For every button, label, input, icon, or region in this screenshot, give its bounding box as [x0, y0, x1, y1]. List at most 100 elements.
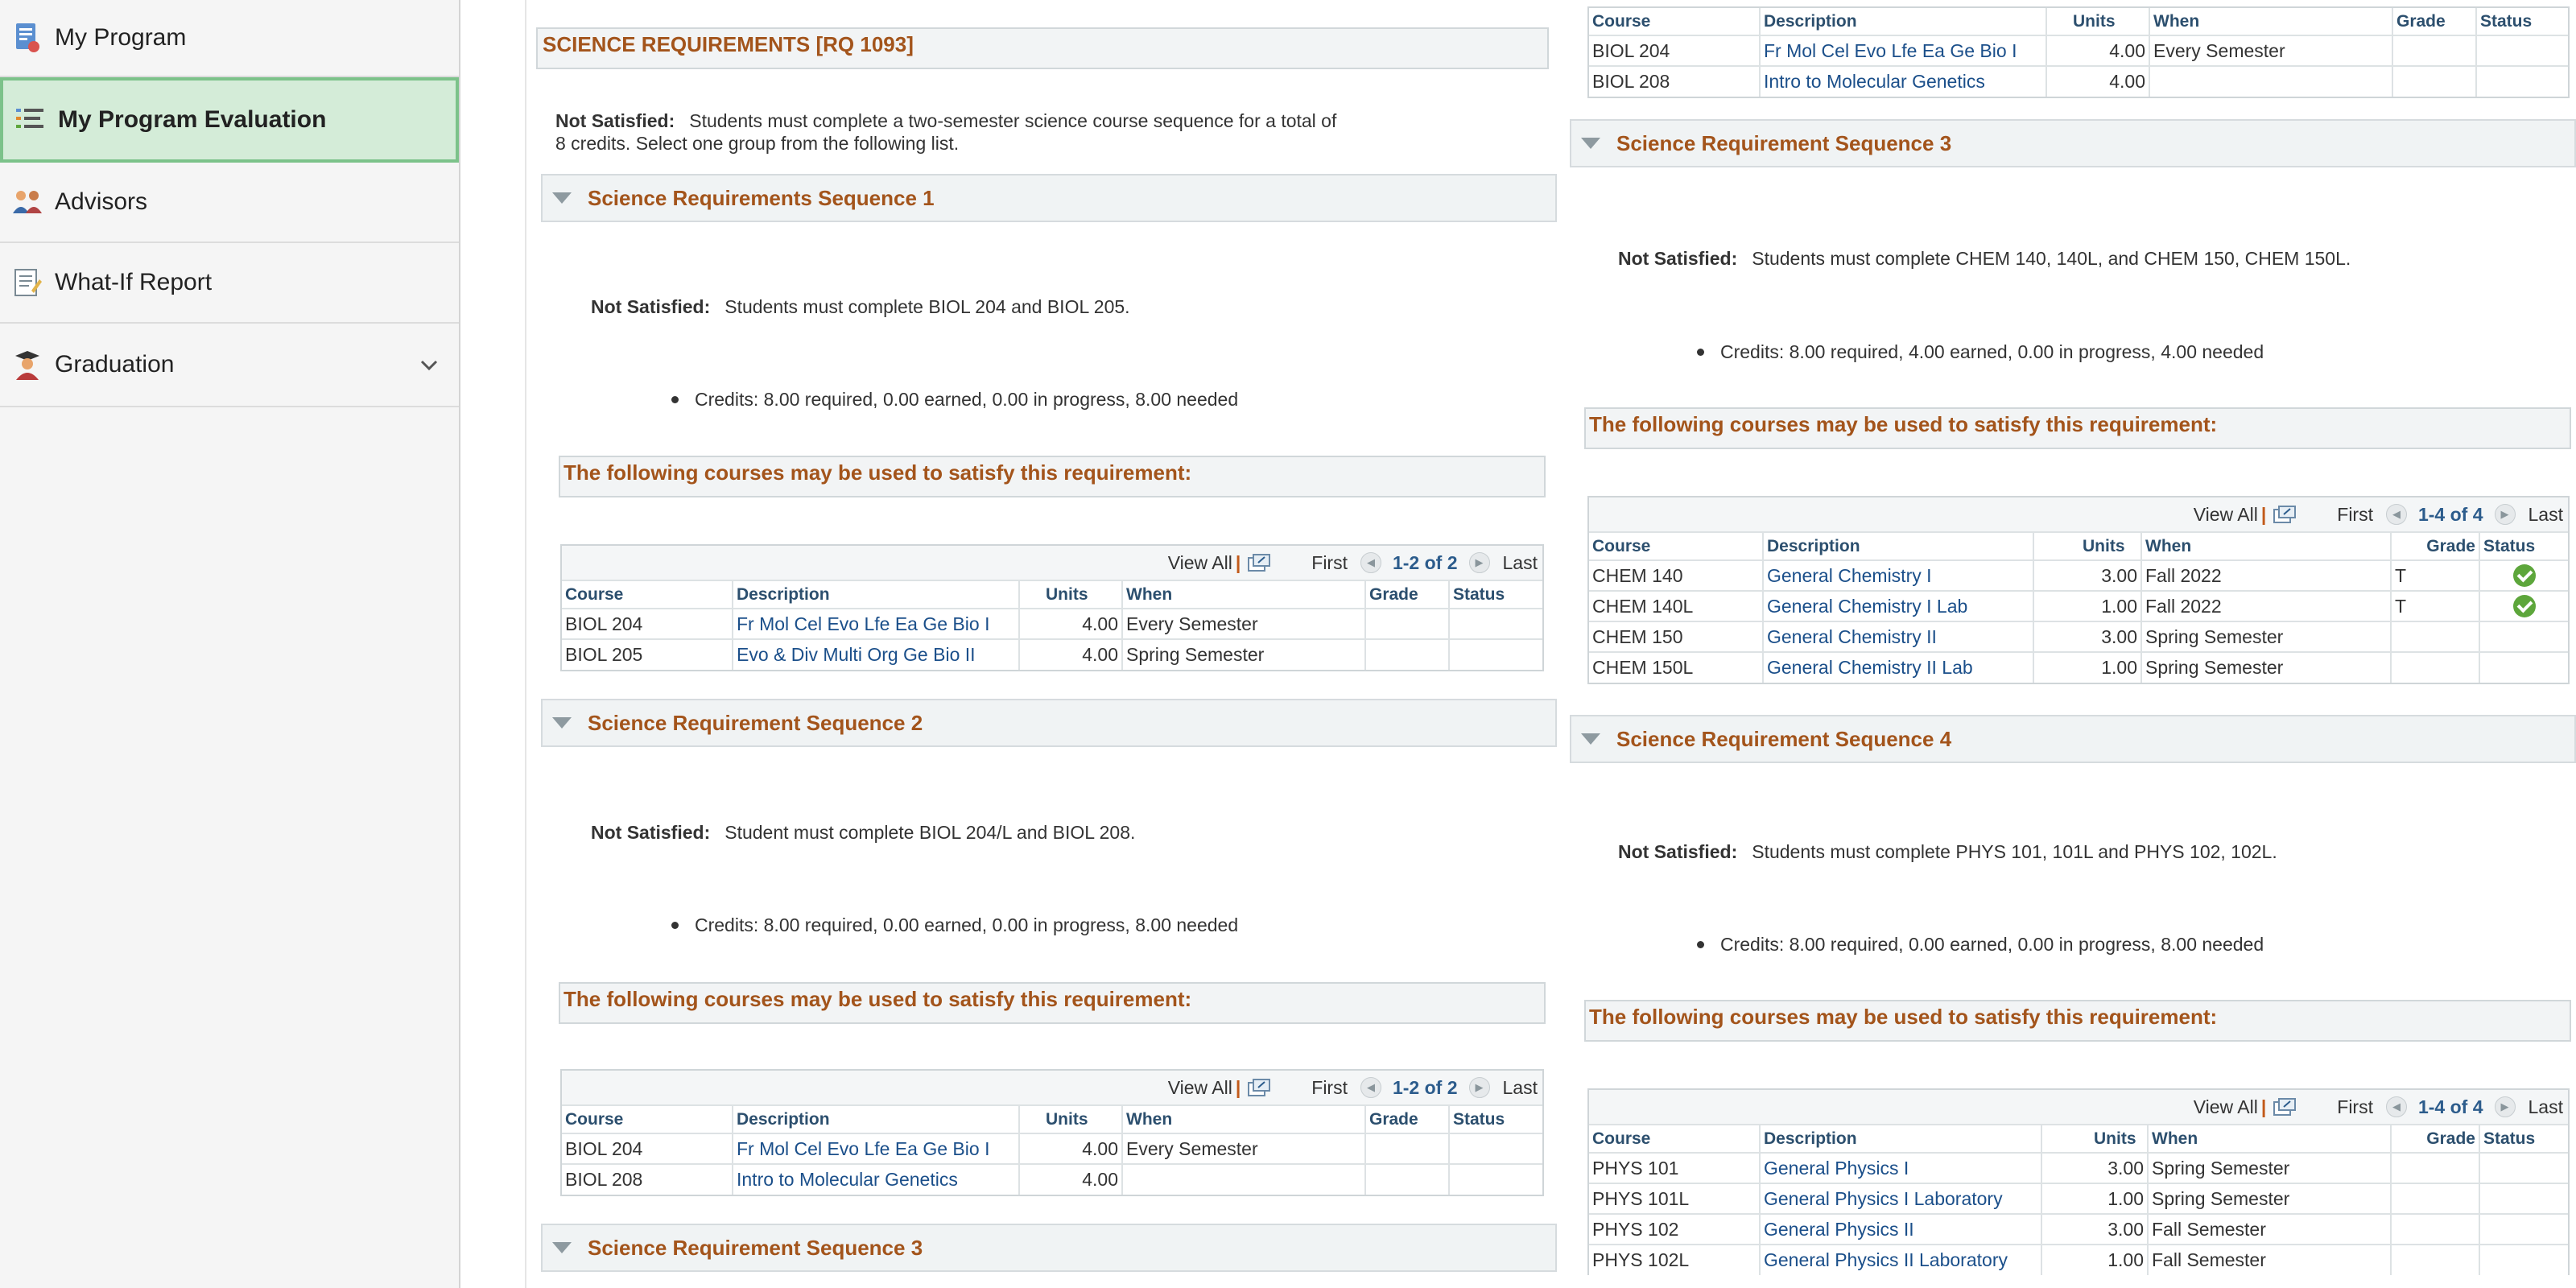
popout-icon[interactable]: [1247, 553, 1271, 572]
seq2-header[interactable]: Science Requirement Sequence 2: [541, 699, 1557, 747]
sidebar-item-my-program[interactable]: My Program: [0, 0, 459, 77]
popout-icon[interactable]: [1247, 1078, 1271, 1097]
seq3-header[interactable]: Science Requirement Sequence 3: [1570, 119, 2576, 167]
cell-units: 3.00: [2033, 621, 2142, 653]
cell-course: BIOL 204: [562, 1133, 733, 1165]
table-row: CHEM 140 General Chemistry I 3.00 Fall 2…: [1589, 560, 2568, 592]
first-link[interactable]: First: [1311, 1077, 1348, 1099]
prev-arrow-icon[interactable]: ◀: [2385, 1096, 2407, 1117]
last-link[interactable]: Last: [1503, 1077, 1538, 1099]
seq1-credits: Credits: 8.00 required, 0.00 earned, 0.0…: [671, 389, 1238, 411]
course-grid: Course Description Units When Grade Stat…: [1589, 8, 2568, 97]
cell-units: 1.00: [2041, 1183, 2149, 1215]
first-link[interactable]: First: [1311, 552, 1348, 574]
cell-description-link[interactable]: Fr Mol Cel Evo Lfe Ea Ge Bio I: [733, 1133, 1020, 1165]
seq3-following: The following courses may be used to sat…: [1584, 407, 2571, 449]
cell-when: Fall Semester: [2148, 1214, 2392, 1245]
sidebar-item-graduation[interactable]: Graduation: [0, 324, 459, 407]
cell-status: [2479, 591, 2568, 622]
cell-description-link[interactable]: General Chemistry I Lab: [1763, 591, 2034, 622]
first-link[interactable]: First: [2337, 504, 2373, 526]
cell-when: Fall Semester: [2148, 1245, 2392, 1275]
table-row: BIOL 204 Fr Mol Cel Evo Lfe Ea Ge Bio I …: [1589, 35, 2568, 67]
cell-course: BIOL 204: [1589, 35, 1761, 67]
seq4-header[interactable]: Science Requirement Sequence 4: [1570, 715, 2576, 763]
view-all-link[interactable]: View All: [1168, 552, 1232, 574]
last-link[interactable]: Last: [1503, 552, 1538, 574]
table-row: BIOL 204 Fr Mol Cel Evo Lfe Ea Ge Bio I …: [562, 609, 1542, 640]
table-nav: View All | First ◀ 1-4 of 4 ▶ Last: [1589, 497, 2568, 533]
chevron-down-icon[interactable]: [417, 353, 441, 377]
col-units: Units: [2046, 8, 2150, 36]
seq3-header-left[interactable]: Science Requirement Sequence 3: [541, 1224, 1557, 1272]
col-when: When: [2149, 8, 2393, 36]
cell-description-link[interactable]: Fr Mol Cel Evo Lfe Ea Ge Bio I: [733, 609, 1020, 640]
col-course: Course: [1589, 1125, 1761, 1154]
cell-description-link[interactable]: Evo & Div Multi Org Ge Bio II: [733, 639, 1020, 670]
table-row: CHEM 150L General Chemistry II Lab 1.00 …: [1589, 652, 2568, 683]
cell-description-link[interactable]: General Chemistry I: [1763, 560, 2034, 592]
collapse-triangle-icon[interactable]: [552, 1242, 572, 1253]
prev-arrow-icon[interactable]: ◀: [1360, 1077, 1381, 1098]
cell-description-link[interactable]: Intro to Molecular Genetics: [733, 1164, 1020, 1195]
seq1-header[interactable]: Science Requirements Sequence 1: [541, 174, 1557, 222]
cell-description-link[interactable]: General Chemistry II Lab: [1763, 652, 2034, 683]
row-count: 1-2 of 2: [1392, 1076, 1458, 1098]
collapse-triangle-icon[interactable]: [1581, 733, 1600, 745]
graduate-icon: [11, 349, 43, 381]
cell-units: 3.00: [2041, 1214, 2149, 1245]
view-all-link[interactable]: View All: [2194, 504, 2258, 526]
cell-status: [2479, 652, 2568, 683]
collapse-triangle-icon[interactable]: [552, 192, 572, 204]
cell-course: CHEM 140: [1589, 560, 1764, 592]
cell-description-link[interactable]: Fr Mol Cel Evo Lfe Ea Ge Bio I: [1760, 35, 2047, 67]
sidebar-item-what-if-report[interactable]: What-If Report: [0, 243, 459, 324]
view-all-link[interactable]: View All: [2194, 1096, 2258, 1118]
cell-course: BIOL 208: [1589, 66, 1761, 97]
row-count: 1-4 of 4: [2417, 503, 2483, 525]
cell-status: [1449, 1164, 1542, 1195]
cell-status: [2476, 66, 2568, 97]
cell-course: BIOL 204: [562, 609, 733, 640]
cell-when: Spring Semester: [1122, 639, 1366, 670]
next-arrow-icon[interactable]: ▶: [2494, 504, 2516, 525]
cell-description-link[interactable]: General Chemistry II: [1763, 621, 2034, 653]
col-units: Units: [1019, 581, 1123, 609]
popout-icon[interactable]: [2273, 1097, 2297, 1117]
next-arrow-icon[interactable]: ▶: [1468, 552, 1490, 573]
cell-units: 1.00: [2033, 591, 2142, 622]
cell-description-link[interactable]: General Physics I Laboratory: [1760, 1183, 2042, 1215]
collapse-triangle-icon[interactable]: [1581, 138, 1600, 149]
table-row: CHEM 150 General Chemistry II 3.00 Sprin…: [1589, 621, 2568, 653]
seq1-status: Not Satisfied: Students must complete BIO…: [591, 295, 1130, 318]
cell-description-link[interactable]: Intro to Molecular Genetics: [1760, 66, 2047, 97]
people-icon: [11, 186, 43, 218]
prev-arrow-icon[interactable]: ◀: [1360, 552, 1381, 573]
cell-units: 4.00: [1019, 639, 1123, 670]
table-row: BIOL 208 Intro to Molecular Genetics 4.0…: [1589, 66, 2568, 97]
col-status: Status: [2476, 8, 2568, 36]
table-row: PHYS 101L General Physics I Laboratory 1…: [1589, 1183, 2568, 1215]
last-link[interactable]: Last: [2529, 1096, 2563, 1118]
sidebar-item-advisors[interactable]: Advisors: [0, 163, 459, 243]
collapse-triangle-icon[interactable]: [552, 717, 572, 729]
status-label: Not Satisfied:: [1618, 841, 1738, 862]
status-text: Students must complete CHEM 140, 140L, a…: [1752, 248, 2351, 269]
last-link[interactable]: Last: [2529, 504, 2563, 526]
view-all-link[interactable]: View All: [1168, 1077, 1232, 1099]
cell-description-link[interactable]: General Physics II Laboratory: [1760, 1245, 2042, 1275]
col-grade: Grade: [1365, 1106, 1450, 1134]
first-link[interactable]: First: [2337, 1096, 2373, 1118]
next-arrow-icon[interactable]: ▶: [1468, 1077, 1490, 1098]
prev-arrow-icon[interactable]: ◀: [2385, 504, 2407, 525]
cell-units: 4.00: [1019, 1133, 1123, 1165]
sidebar-item-my-program-evaluation[interactable]: My Program Evaluation: [0, 77, 459, 163]
col-grade: Grade: [1365, 581, 1450, 609]
cell-course: CHEM 140L: [1589, 591, 1764, 622]
cell-description-link[interactable]: General Physics I: [1760, 1153, 2042, 1184]
cell-description-link[interactable]: General Physics II: [1760, 1214, 2042, 1245]
cell-course: CHEM 150L: [1589, 652, 1764, 683]
popout-icon[interactable]: [2273, 505, 2297, 524]
next-arrow-icon[interactable]: ▶: [2494, 1096, 2516, 1117]
cell-status: [2479, 560, 2568, 592]
